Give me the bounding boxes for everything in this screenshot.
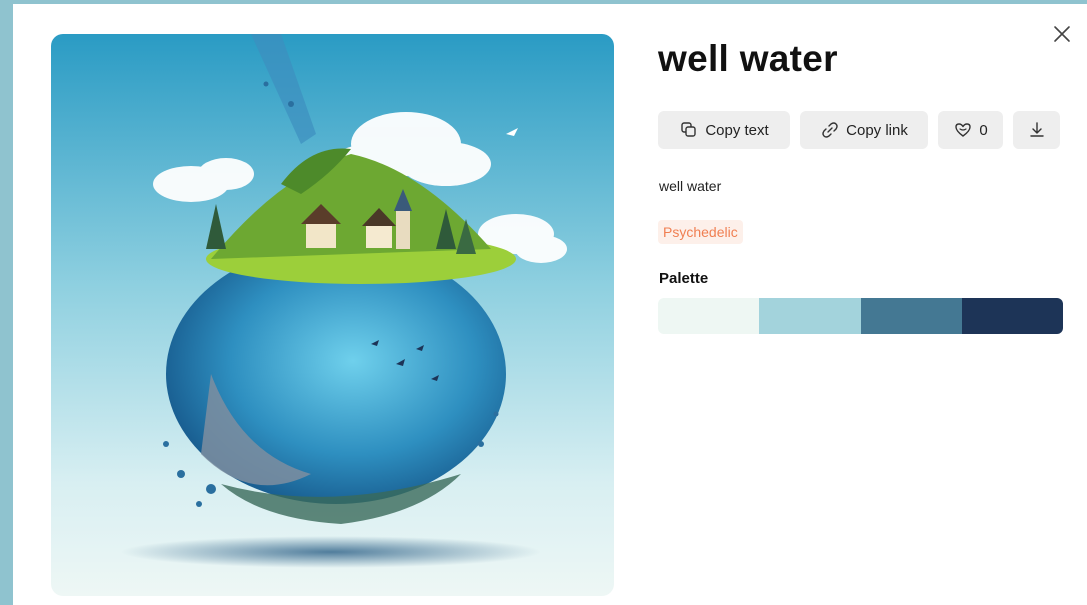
style-tag[interactable]: Psychedelic <box>658 220 743 244</box>
image-detail-modal: well water Copy text Copy link 0 well wa… <box>13 4 1087 605</box>
palette-swatch[interactable] <box>759 298 861 334</box>
artwork-image <box>51 34 614 596</box>
color-palette <box>658 298 1063 334</box>
copy-link-button[interactable]: Copy link <box>800 111 928 149</box>
palette-heading: Palette <box>659 270 709 287</box>
close-icon <box>1054 26 1070 42</box>
download-button[interactable] <box>1013 111 1060 149</box>
palette-swatch[interactable] <box>961 298 1063 334</box>
copy-icon <box>681 122 697 137</box>
copy-text-button[interactable]: Copy text <box>658 111 790 149</box>
copy-link-label: Copy link <box>846 121 908 139</box>
prompt-text: well water <box>659 178 722 194</box>
heart-icon <box>955 123 972 137</box>
download-icon <box>1029 122 1044 137</box>
link-icon <box>822 122 838 138</box>
palette-swatch[interactable] <box>658 298 760 334</box>
palette-swatch[interactable] <box>860 298 962 334</box>
copy-text-label: Copy text <box>705 121 769 139</box>
close-button[interactable] <box>1050 22 1074 46</box>
like-button[interactable]: 0 <box>938 111 1003 149</box>
action-toolbar: Copy text Copy link 0 <box>658 111 1060 149</box>
page-title: well water <box>658 38 838 79</box>
like-count: 0 <box>979 121 988 139</box>
